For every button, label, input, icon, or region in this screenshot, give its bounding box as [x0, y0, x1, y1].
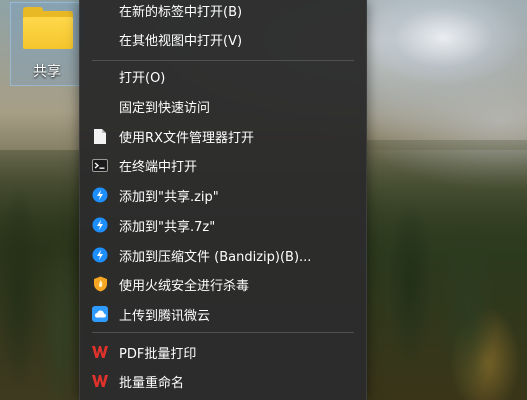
terminal-icon [92, 157, 108, 173]
menu-item-open-other-view[interactable]: 在其他视图中打开(V) [80, 25, 366, 53]
menu-item-batch-rename[interactable]: 批量重命名 [80, 367, 366, 395]
menu-item-add-to-zip[interactable]: 添加到"共享.zip" [80, 181, 366, 209]
menu-item-open[interactable]: 打开(O) [80, 62, 366, 90]
menu-item-pdf-batch-print[interactable]: PDF批量打印 [80, 338, 366, 366]
menu-item-label: 使用火绒安全进行杀毒 [119, 278, 250, 294]
wallpaper-trees-right [360, 140, 527, 400]
wps-icon [92, 373, 108, 389]
menu-item-label: 固定到快速访问 [119, 100, 211, 116]
folder-icon [23, 7, 73, 51]
menu-item-label: 添加到"共享.7z" [119, 219, 216, 235]
menu-item-open-new-tab[interactable]: 在新的标签中打开(B) [80, 0, 366, 24]
menu-item-label: 使用RX文件管理器打开 [119, 130, 254, 146]
menu-separator [92, 60, 354, 61]
huorong-shield-icon [92, 276, 108, 292]
menu-item-label: 批量重命名 [119, 375, 185, 391]
bandizip-icon [92, 247, 108, 263]
menu-item-huorong-scan[interactable]: 使用火绒安全进行杀毒 [80, 270, 366, 298]
menu-item-label: 添加到压缩文件 (Bandizip)(B)... [119, 249, 312, 265]
wallpaper-mountain [360, 0, 527, 150]
menu-item-pin-quick-access[interactable]: 固定到快速访问 [80, 92, 366, 120]
context-menu: 在新的标签中打开(B) 在其他视图中打开(V) 打开(O) 固定到快速访问 使用… [79, 0, 367, 400]
desktop-folder-label: 共享 [33, 64, 61, 80]
desktop-folder-shared[interactable]: 共享 [10, 2, 84, 86]
menu-separator [92, 332, 354, 333]
wps-icon [92, 344, 108, 360]
menu-item-add-to-7z[interactable]: 添加到"共享.7z" [80, 211, 366, 239]
menu-item-upload-weiyun[interactable]: 上传到腾讯微云 [80, 300, 366, 328]
menu-item-label: 打开(O) [119, 70, 166, 86]
menu-item-label: 在新的标签中打开(B) [119, 4, 243, 20]
menu-item-label: 在终端中打开 [119, 159, 198, 175]
bandizip-icon [92, 187, 108, 203]
menu-item-open-terminal[interactable]: 在终端中打开 [80, 151, 366, 179]
document-icon [92, 128, 108, 144]
menu-item-label: 添加到"共享.zip" [119, 189, 219, 205]
menu-item-add-to-archive-bandizip[interactable]: 添加到压缩文件 (Bandizip)(B)... [80, 241, 366, 269]
menu-item-label: 在其他视图中打开(V) [119, 33, 243, 49]
bandizip-icon [92, 217, 108, 233]
menu-item-open-rx-manager[interactable]: 使用RX文件管理器打开 [80, 122, 366, 150]
menu-item-label: 上传到腾讯微云 [119, 308, 211, 324]
menu-item-label: PDF批量打印 [119, 346, 197, 362]
weiyun-cloud-icon [92, 306, 108, 322]
